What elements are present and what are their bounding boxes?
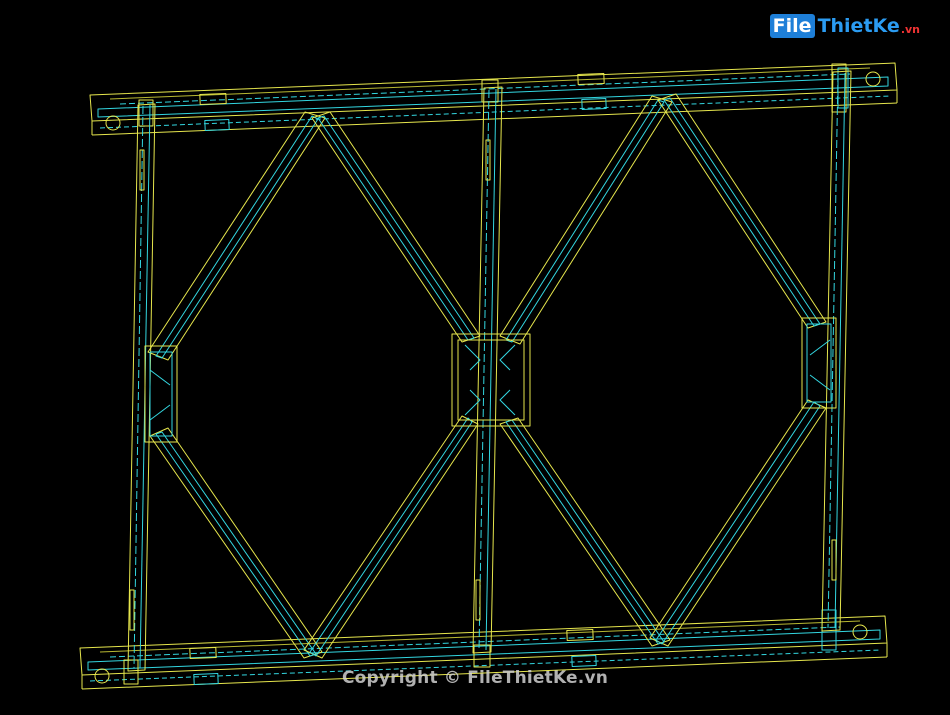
bolt-hole-icon: [852, 624, 868, 640]
site-logo: File ThietKe .vn: [769, 14, 920, 38]
bolt-hole-icon: [865, 71, 881, 87]
diagonals-left-bay: [147, 111, 481, 659]
logo-file: File: [769, 14, 815, 38]
copyright-watermark: Copyright © FileThietKe.vn: [341, 668, 609, 688]
truss-panel-drawing: [79, 62, 898, 690]
logo-tld: .vn: [900, 22, 920, 36]
post-markers: [129, 139, 837, 631]
logo-thietke: ThietKe: [817, 15, 900, 37]
diagonals-right-bay: [499, 93, 827, 647]
top-chord: [89, 62, 898, 136]
cad-viewport[interactable]: File ThietKe .vn Copyright © FileThietKe…: [0, 0, 950, 715]
